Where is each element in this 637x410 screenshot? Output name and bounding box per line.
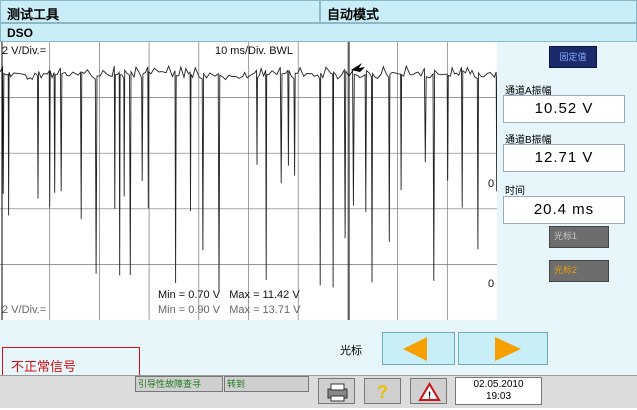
help-button[interactable]: ? — [364, 378, 401, 404]
cursor1-button[interactable]: 光标1 — [549, 226, 609, 248]
stats-channel-a: Min = 0.70 V Max = 11.42 V — [158, 289, 300, 301]
goto-button[interactable]: 转到 — [224, 376, 309, 392]
trigger-arrow-icon — [351, 63, 365, 72]
tool-title: 测试工具 — [7, 7, 60, 22]
header-tool-title-bar: 测试工具 — [0, 0, 320, 23]
cursor2-button[interactable]: 光标2 — [549, 260, 609, 282]
warning-icon: ! — [418, 382, 441, 402]
oscilloscope-display[interactable]: 2 V/Div.= 10 ms/Div. BWL 0 0 Min = 0.70 … — [0, 42, 498, 320]
arrow-right-icon — [495, 337, 521, 361]
print-button[interactable] — [318, 378, 355, 404]
time-scale: 10 ms/Div. BWL — [215, 45, 294, 57]
printer-icon — [327, 383, 348, 402]
header-subtitle-bar: DSO — [0, 23, 637, 42]
header-mode-title-bar: 自动模式 — [320, 0, 637, 23]
time-label: 时间 — [505, 186, 525, 197]
date-text: 02.05.2010 — [473, 379, 524, 390]
mode-title: 自动模式 — [327, 7, 380, 22]
cursor-controls-label: 光标 — [340, 345, 362, 357]
datetime-display: 02.05.2010 19:03 — [455, 377, 542, 405]
stats-channel-b: Min = 0.90 V Max = 13.71 V — [158, 304, 301, 316]
channel-b-amplitude-value: 12.71 V — [503, 144, 625, 172]
cursor-right-button[interactable] — [458, 332, 548, 365]
side-panel: 固定值 通道A振幅 10.52 V 通道B振幅 12.71 V 时间 20.4 … — [497, 42, 637, 320]
channel-b-scale: 2 V/Div.= — [2, 304, 47, 316]
svg-text:!: ! — [428, 391, 431, 402]
waveform-svg — [0, 42, 497, 320]
cursor-left-button[interactable] — [382, 332, 455, 365]
channel-a-scale: 2 V/Div.= — [2, 45, 47, 57]
fixed-value-button[interactable]: 固定值 — [549, 46, 597, 68]
zero-marker-b: 0 — [488, 278, 495, 290]
guided-fault-finding-button[interactable]: 引导性故障查寻 — [135, 376, 223, 392]
question-mark-icon: ? — [377, 382, 388, 402]
time-text: 19:03 — [485, 391, 512, 402]
subtitle: DSO — [7, 26, 34, 40]
time-value: 20.4 ms — [503, 196, 625, 224]
warning-button[interactable]: ! — [410, 378, 447, 404]
zero-marker-a: 0 — [488, 178, 495, 190]
arrow-left-icon — [403, 337, 427, 361]
channel-a-amplitude-value: 10.52 V — [503, 95, 625, 123]
